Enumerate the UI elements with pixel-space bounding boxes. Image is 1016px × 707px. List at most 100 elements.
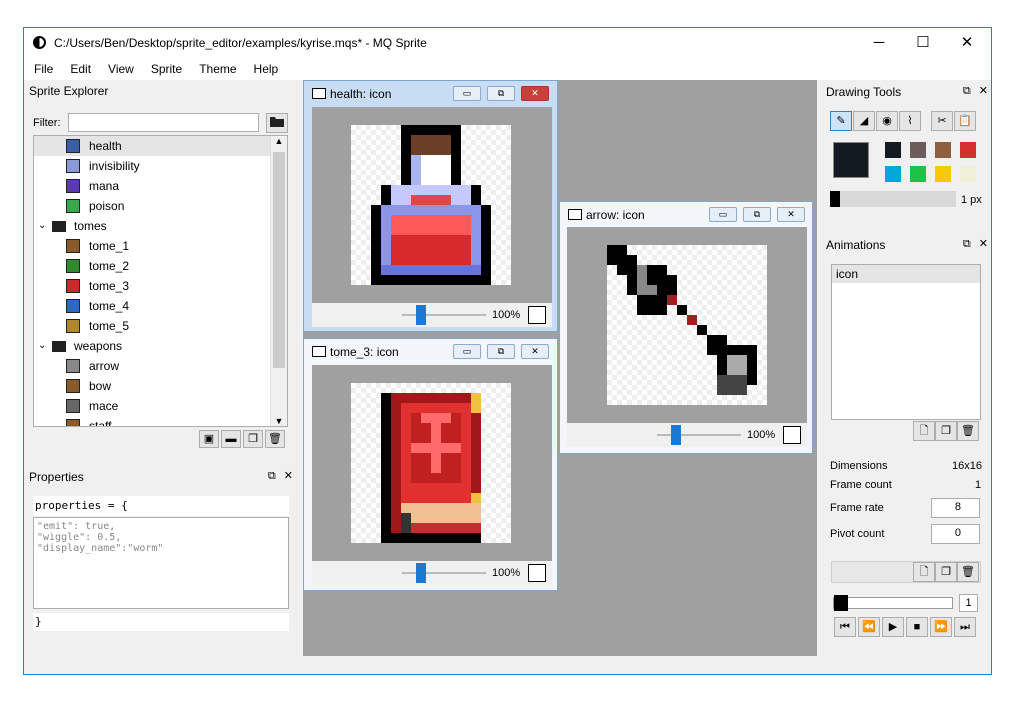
palette-swatch[interactable] xyxy=(885,142,901,158)
frame-slider[interactable] xyxy=(833,595,953,611)
tree-item[interactable]: arrow xyxy=(34,356,287,376)
frame-rate-input[interactable]: 8 xyxy=(931,498,980,518)
close-button[interactable]: ✕ xyxy=(944,28,990,58)
sub-close-button[interactable]: ✕ xyxy=(521,344,549,359)
sub-restore-button[interactable]: ⧉ xyxy=(487,86,515,101)
menu-view[interactable]: View xyxy=(98,58,141,76)
menu-file[interactable]: File xyxy=(24,58,60,76)
palette-swatch[interactable] xyxy=(910,142,926,158)
frame-index[interactable]: 1 xyxy=(959,594,978,612)
sprite-canvas[interactable] xyxy=(312,107,552,303)
tree-item[interactable]: tome_5 xyxy=(34,316,287,336)
zoom-label: 100% xyxy=(492,567,521,579)
pivot-count-input[interactable]: 0 xyxy=(931,524,980,544)
play-button[interactable]: ▶ xyxy=(882,617,904,637)
tree-item[interactable]: health xyxy=(34,136,287,156)
duplicate-button[interactable]: ❐ xyxy=(243,430,263,448)
tree-item[interactable]: bow xyxy=(34,376,287,396)
palette-swatch[interactable] xyxy=(885,166,901,182)
tree-item[interactable]: tome_3 xyxy=(34,276,287,296)
maximize-button[interactable]: ☐ xyxy=(900,28,946,58)
sub-minimize-button[interactable]: ▭ xyxy=(709,207,737,222)
properties-editor[interactable] xyxy=(33,517,289,609)
palette-swatch[interactable] xyxy=(960,166,976,182)
new-animation-button[interactable]: 🗋 xyxy=(913,421,935,441)
new-sprite-button[interactable]: ▣ xyxy=(199,430,219,448)
palette-swatch[interactable] xyxy=(935,142,951,158)
sub-close-button[interactable]: ✕ xyxy=(777,207,805,222)
subwindow-health[interactable]: health: icon ▭ ⧉ ✕ 100% xyxy=(303,80,558,332)
tree-item[interactable]: poison xyxy=(34,196,287,216)
copy-animation-button[interactable]: ❐ xyxy=(935,421,957,441)
palette-swatch[interactable] xyxy=(910,166,926,182)
sprite-thumbnail-icon xyxy=(66,379,80,393)
zoom-label: 100% xyxy=(747,429,776,441)
pen-tool-button[interactable]: ✎ xyxy=(830,111,852,131)
fill-tool-button[interactable]: ⌇ xyxy=(899,111,921,131)
close-icon[interactable]: ✕ xyxy=(284,470,293,482)
zoom-slider[interactable] xyxy=(671,425,681,445)
tree-item[interactable]: mace xyxy=(34,396,287,416)
fit-view-button[interactable] xyxy=(528,306,546,324)
sprite-canvas[interactable] xyxy=(312,365,552,561)
delete-frame-button[interactable]: 🗑 xyxy=(957,562,979,582)
sub-close-button[interactable]: ✕ xyxy=(521,86,549,101)
expand-arrow-icon[interactable]: ⌄ xyxy=(38,216,46,236)
float-icon[interactable]: ⧉ xyxy=(963,85,971,97)
subwindow-tome3[interactable]: tome_3: icon ▭ ⧉ ✕ 100% xyxy=(303,338,558,591)
close-icon[interactable]: ✕ xyxy=(979,85,988,97)
tree-folder[interactable]: ⌄ weapons xyxy=(34,336,287,356)
new-folder-button[interactable]: ▬ xyxy=(221,430,241,448)
pen-size-slider[interactable] xyxy=(830,191,956,207)
new-frame-button[interactable]: 🗋 xyxy=(913,562,935,582)
sprite-thumbnail-icon xyxy=(66,299,80,313)
subwindow-arrow[interactable]: arrow: icon ▭ ⧉ ✕ 100% xyxy=(559,201,813,454)
tree-item[interactable]: invisibility xyxy=(34,156,287,176)
eraser-tool-button[interactable]: ◢ xyxy=(853,111,875,131)
zoom-slider[interactable] xyxy=(416,563,426,583)
float-icon[interactable]: ⧉ xyxy=(268,470,276,482)
animation-item[interactable]: icon xyxy=(832,265,980,283)
delete-button[interactable]: 🗑 xyxy=(265,430,285,448)
tree-folder[interactable]: ⌄ tomes xyxy=(34,216,287,236)
close-icon[interactable]: ✕ xyxy=(979,238,988,250)
first-frame-button[interactable]: ⏮ xyxy=(834,617,856,637)
folder-icon xyxy=(52,341,66,352)
palette-swatch[interactable] xyxy=(960,142,976,158)
tree-item[interactable]: staff xyxy=(34,416,287,426)
tree-item[interactable]: mana xyxy=(34,176,287,196)
prev-frame-button[interactable]: ⏪ xyxy=(858,617,880,637)
sub-minimize-button[interactable]: ▭ xyxy=(453,86,481,101)
palette-swatch[interactable] xyxy=(935,166,951,182)
last-frame-button[interactable]: ⏭ xyxy=(954,617,976,637)
minimize-button[interactable]: ─ xyxy=(856,28,902,58)
tree-item[interactable]: tome_2 xyxy=(34,256,287,276)
menu-sprite[interactable]: Sprite xyxy=(141,58,189,76)
stop-button[interactable]: ■ xyxy=(906,617,928,637)
copy-frame-button[interactable]: ❐ xyxy=(935,562,957,582)
sub-restore-button[interactable]: ⧉ xyxy=(743,207,771,222)
expand-arrow-icon[interactable]: ⌄ xyxy=(38,336,46,356)
paste-button[interactable]: 📋 xyxy=(954,111,976,131)
tree-item[interactable]: tome_4 xyxy=(34,296,287,316)
tree-item[interactable]: tome_1 xyxy=(34,236,287,256)
sprite-canvas[interactable] xyxy=(567,227,807,423)
fit-view-button[interactable] xyxy=(783,426,801,444)
sub-restore-button[interactable]: ⧉ xyxy=(487,344,515,359)
sub-minimize-button[interactable]: ▭ xyxy=(453,344,481,359)
filter-input[interactable] xyxy=(68,113,259,132)
cut-button[interactable]: ✂ xyxy=(931,111,953,131)
sprite-thumbnail-icon xyxy=(66,399,80,413)
fit-view-button[interactable] xyxy=(528,564,546,582)
menu-help[interactable]: Help xyxy=(244,58,286,76)
float-icon[interactable]: ⧉ xyxy=(963,238,971,250)
eyedropper-tool-button[interactable]: ◉ xyxy=(876,111,898,131)
zoom-slider[interactable] xyxy=(416,305,426,325)
next-frame-button[interactable]: ⏩ xyxy=(930,617,952,637)
primary-color-swatch[interactable] xyxy=(833,142,869,178)
tree-scrollbar[interactable]: ▲ ▼ xyxy=(270,136,287,426)
menu-theme[interactable]: Theme xyxy=(189,58,243,76)
open-folder-button[interactable] xyxy=(266,113,288,133)
menu-edit[interactable]: Edit xyxy=(60,58,98,76)
delete-animation-button[interactable]: 🗑 xyxy=(957,421,979,441)
